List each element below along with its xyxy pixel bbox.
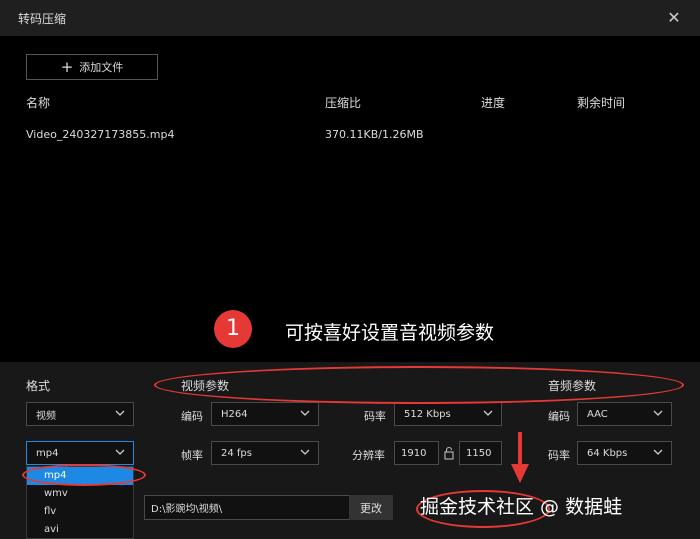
audio-codec-value: AAC — [587, 408, 608, 420]
format-option-wmv[interactable]: wmv — [27, 485, 133, 503]
column-header-name[interactable]: 名称 — [26, 94, 50, 111]
video-codec-value: H264 — [221, 408, 248, 420]
mp4-option-highlight — [22, 464, 146, 486]
audio-bitrate-value: 64 Kbps — [587, 447, 628, 459]
lock-icon[interactable] — [443, 446, 455, 460]
chevron-down-icon — [483, 410, 493, 416]
output-path-input[interactable]: D:\影豌均\视频\ — [144, 495, 350, 520]
title-bar: 转码压缩 ✕ — [0, 0, 700, 36]
watermark-text: 掘金技术社区 @ 数据蛙 — [420, 496, 623, 518]
column-header-remaining[interactable]: 剩余时间 — [577, 94, 625, 111]
container-format-select[interactable]: mp4 — [26, 441, 134, 465]
annotation-badge: 1 — [214, 310, 252, 348]
file-name-cell: Video_240327173855.mp4 — [26, 128, 175, 141]
format-title: 格式 — [26, 379, 51, 393]
resolution-height-input[interactable]: 1150 — [459, 441, 502, 465]
audio-bitrate-label: 码率 — [548, 449, 570, 462]
chevron-down-icon — [653, 410, 663, 416]
ratio-cell: 370.11KB/1.26MB — [325, 128, 424, 141]
video-bitrate-label: 码率 — [364, 410, 386, 423]
add-file-label: 添加文件 — [79, 61, 124, 74]
change-path-button[interactable]: 更改 — [349, 495, 393, 520]
format-option-flv[interactable]: flv — [27, 503, 133, 521]
column-header-ratio[interactable]: 压缩比 — [325, 94, 361, 111]
file-list-area: + 添加文件 名称 压缩比 进度 剩余时间 Video_240327173855… — [0, 36, 700, 362]
video-framerate-label: 帧率 — [181, 449, 203, 462]
video-codec-label: 编码 — [181, 410, 203, 423]
chevron-down-icon — [653, 449, 663, 455]
plus-icon: + — [60, 57, 74, 76]
close-icon[interactable]: ✕ — [664, 8, 684, 28]
media-type-select[interactable]: 视频 — [26, 402, 134, 426]
video-framerate-value: 24 fps — [221, 447, 252, 459]
media-type-value: 视频 — [36, 410, 56, 422]
container-format-value: mp4 — [36, 447, 59, 459]
add-file-button[interactable]: + 添加文件 — [26, 54, 158, 80]
chevron-down-icon — [115, 449, 125, 455]
annotation-text: 可按喜好设置音视频参数 — [285, 322, 495, 344]
window-title: 转码压缩 — [18, 12, 67, 26]
audio-bitrate-select[interactable]: 64 Kbps — [577, 441, 672, 465]
chevron-down-icon — [300, 449, 310, 455]
chevron-down-icon — [300, 410, 310, 416]
video-resolution-label: 分辨率 — [352, 449, 385, 462]
column-header-progress[interactable]: 进度 — [481, 94, 505, 111]
audio-codec-label: 编码 — [548, 410, 570, 423]
audio-codec-select[interactable]: AAC — [577, 402, 672, 426]
video-bitrate-select[interactable]: 512 Kbps — [394, 402, 502, 426]
resolution-width-input[interactable]: 1910 — [394, 441, 439, 465]
video-framerate-select[interactable]: 24 fps — [211, 441, 319, 465]
arrow-down-icon — [511, 432, 529, 483]
video-bitrate-value: 512 Kbps — [404, 408, 451, 420]
video-codec-select[interactable]: H264 — [211, 402, 319, 426]
format-option-avi[interactable]: avi — [27, 521, 133, 539]
video-params-highlight — [154, 366, 684, 404]
chevron-down-icon — [115, 410, 125, 416]
